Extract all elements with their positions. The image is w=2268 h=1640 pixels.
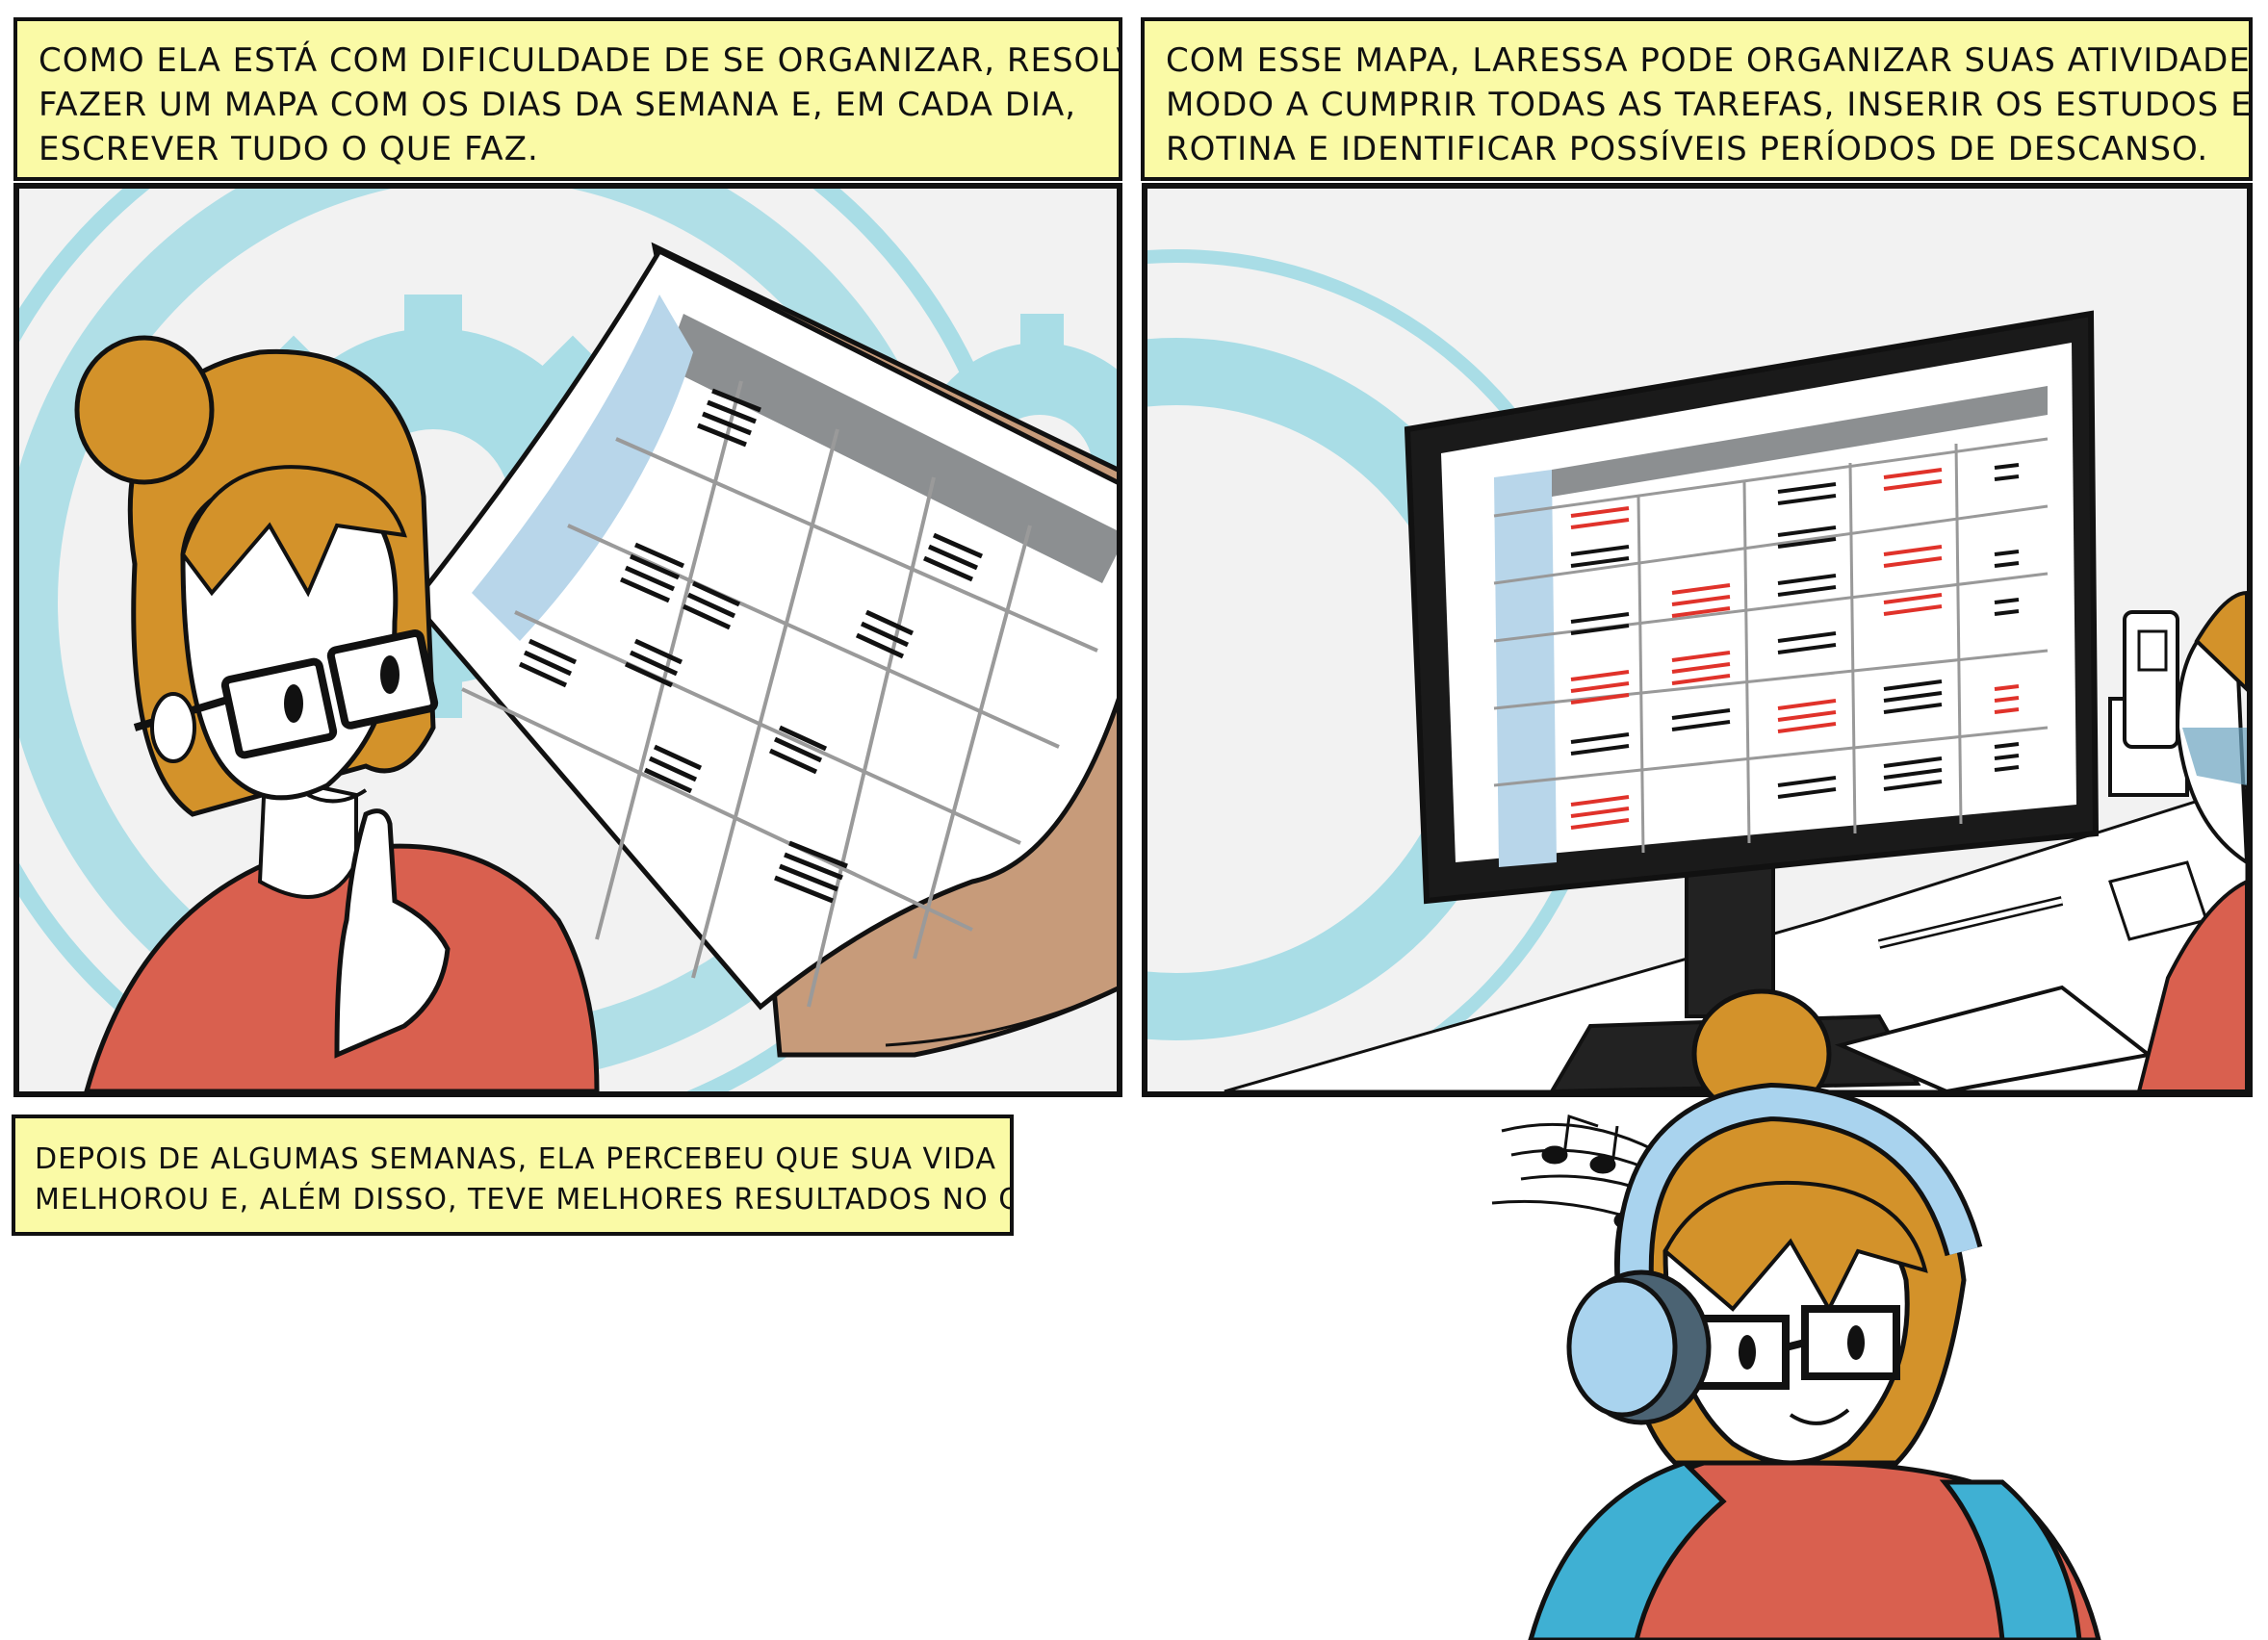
caption-line: melhorou e, além disso, teve melhores re… <box>35 1183 1014 1217</box>
computer-monitor <box>1404 310 2100 905</box>
caption-line: rotina e identificar possíveis períodos … <box>1166 130 2209 168</box>
caption-map-benefits: Com esse mapa, Laressa pode organizar su… <box>1141 17 2253 181</box>
phone-dock-icon <box>2108 610 2189 797</box>
caption-line: Com esse mapa, Laressa pode organizar su… <box>1166 41 2253 80</box>
caption-line: modo a cumprir todas as tarefas, inserir… <box>1166 86 2253 124</box>
caption-line: Depois de algumas semanas, ela percebeu … <box>35 1142 997 1176</box>
caption-organizing: Como ela está com dificuldade de se orga… <box>13 17 1122 181</box>
panel2-illustration <box>1147 249 2247 1091</box>
comic-panel-computer <box>1142 183 2253 1097</box>
caption-results: Depois de algumas semanas, ela percebeu … <box>12 1115 1014 1236</box>
caption-line: escrever tudo o que faz. <box>39 130 539 168</box>
panel1-illustration <box>19 189 1117 1091</box>
caption-line: fazer um mapa com os dias da semana e, e… <box>39 86 1077 124</box>
woman-with-headphones <box>1491 988 2101 1640</box>
caption-line: Como ela está com dificuldade de se orga… <box>39 41 1122 80</box>
comic-panel-calendar <box>13 183 1122 1097</box>
